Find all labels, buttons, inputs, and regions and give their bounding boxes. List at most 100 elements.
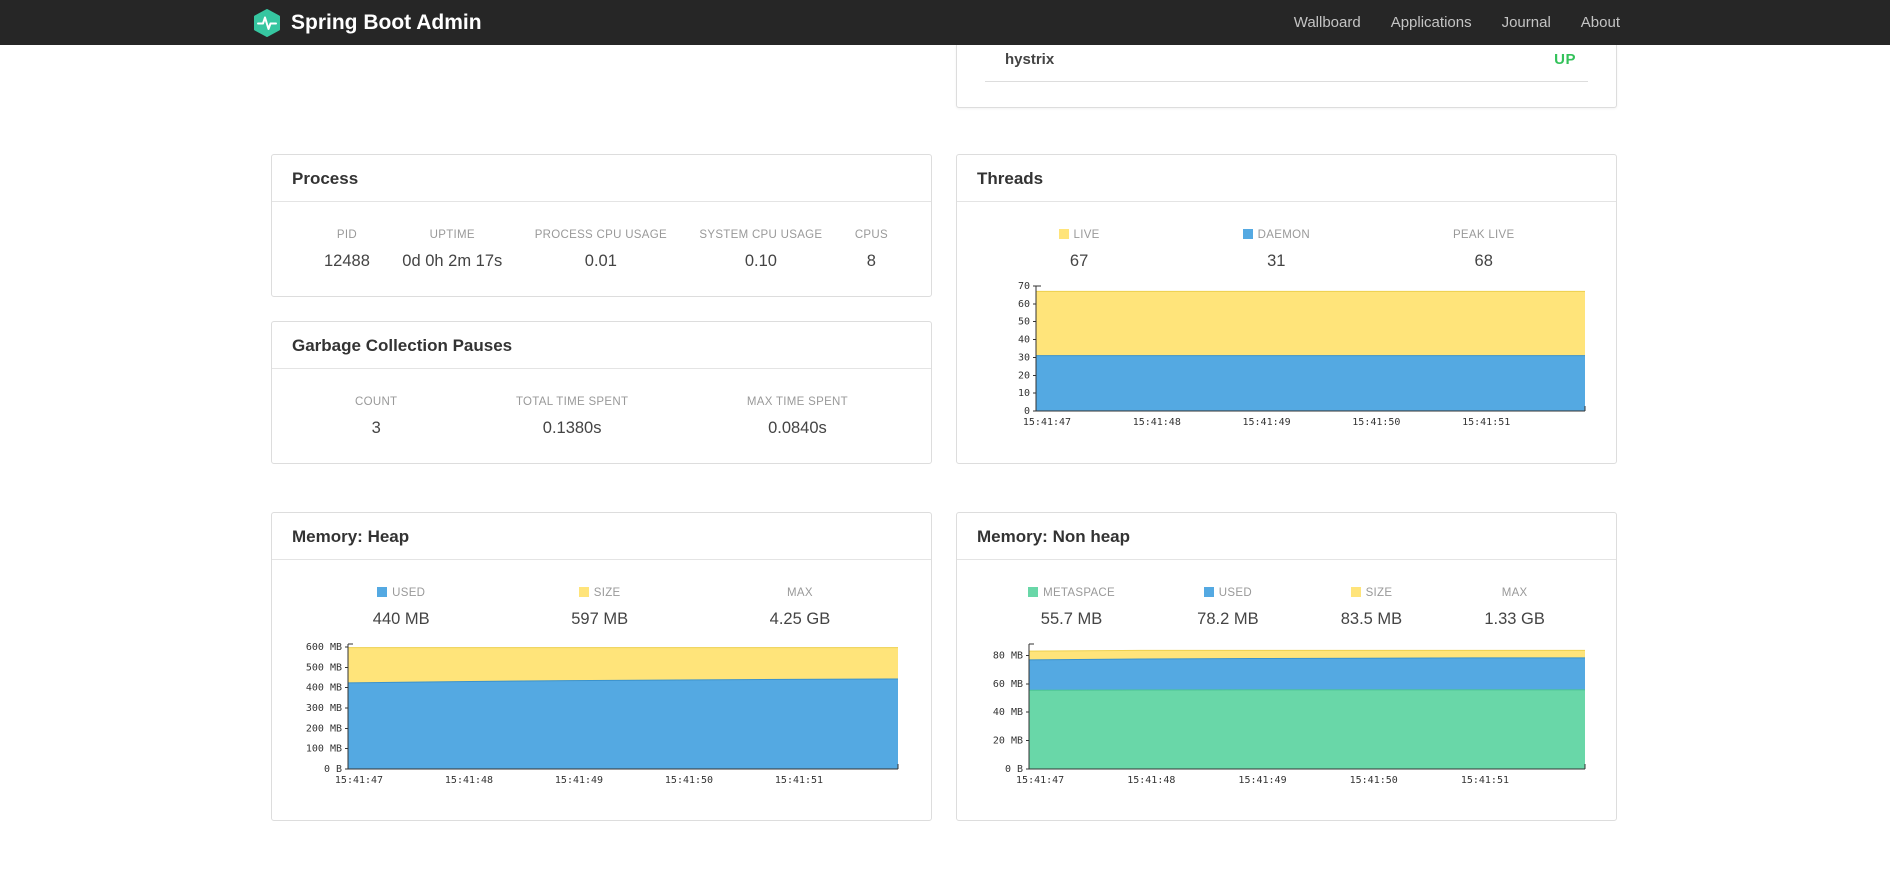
svg-text:15:41:47: 15:41:47: [1023, 417, 1071, 428]
legend-item-metaspace: METASPACE 55.7 MB: [1028, 586, 1115, 629]
metric-value: 12488: [324, 252, 370, 270]
nav-item-applications[interactable]: Applications: [1391, 14, 1472, 31]
legend-value: 1.33 GB: [1484, 610, 1545, 628]
nonheap-chart: 0 B 20 MB 40 MB 60 MB 80 MB 15:41:47 15:41:48 1…: [987, 637, 1588, 789]
legend-label: USED: [373, 586, 430, 600]
legend-value: 4.25 GB: [769, 610, 831, 628]
gc-panel-title: Garbage Collection Pauses: [292, 336, 513, 355]
process-panel-header: Process: [272, 155, 931, 202]
svg-text:50: 50: [1018, 317, 1030, 328]
svg-text:15:41:47: 15:41:47: [1016, 775, 1064, 786]
metric-label: SYSTEM CPU USAGE: [699, 229, 823, 241]
metric-cpus: CPUS 8: [855, 228, 888, 271]
process-panel: Process PID 12488 UPTIME 0d 0h 2m 17s PR…: [271, 154, 932, 297]
nonheap-panel-header: Memory: Non heap: [957, 513, 1616, 560]
brand-title: Spring Boot Admin: [291, 10, 482, 34]
metric-value: 8: [866, 252, 876, 270]
legend-item-size: SIZE 597 MB: [571, 586, 628, 629]
metric-value: 0.0840s: [768, 419, 827, 437]
gc-metrics-row: COUNT 3 TOTAL TIME SPENT 0.1380s MAX TIM…: [272, 369, 931, 438]
application-row[interactable]: hystrix UP: [985, 45, 1588, 82]
metaspace-swatch-icon: [1028, 587, 1039, 597]
svg-text:200 MB: 200 MB: [306, 723, 342, 734]
svg-text:15:41:48: 15:41:48: [1133, 417, 1181, 428]
gc-panel-header: Garbage Collection Pauses: [272, 322, 931, 369]
legend-label: PEAK LIVE: [1452, 229, 1515, 241]
threads-panel-header: Threads: [957, 155, 1616, 202]
application-name[interactable]: hystrix: [1005, 51, 1054, 68]
svg-text:600 MB: 600 MB: [306, 642, 342, 653]
svg-text:10: 10: [1018, 388, 1030, 399]
svg-text:400 MB: 400 MB: [306, 683, 342, 694]
metric-value: 0.01: [584, 252, 617, 270]
svg-text:60: 60: [1018, 299, 1030, 310]
svg-text:30: 30: [1018, 352, 1030, 363]
threads-panel-title: Threads: [977, 169, 1044, 188]
daemon-swatch-icon: [1242, 229, 1253, 239]
legend-value: 83.5 MB: [1340, 610, 1403, 628]
nav-item-about[interactable]: About: [1581, 14, 1620, 31]
metric-value: 3: [371, 419, 381, 437]
legend-label: USED: [1197, 586, 1258, 600]
legend-label: LIVE: [1058, 228, 1100, 242]
svg-text:15:41:51: 15:41:51: [1461, 775, 1509, 786]
svg-text:80 MB: 80 MB: [993, 650, 1023, 661]
svg-text:15:41:49: 15:41:49: [1238, 775, 1286, 786]
svg-text:40: 40: [1018, 335, 1030, 346]
process-metrics-row: PID 12488 UPTIME 0d 0h 2m 17s PROCESS CP…: [272, 202, 931, 271]
metric-label: TOTAL TIME SPENT: [515, 396, 629, 408]
svg-text:0: 0: [1024, 406, 1030, 417]
legend-label: DAEMON: [1242, 228, 1310, 242]
metric-value: 0d 0h 2m 17s: [402, 252, 503, 270]
legend-item-live: LIVE 67: [1058, 228, 1100, 271]
svg-text:15:41:50: 15:41:50: [665, 775, 713, 786]
svg-text:15:41:49: 15:41:49: [555, 775, 603, 786]
legend-value: 31: [1267, 252, 1286, 270]
size-swatch-icon: [1350, 587, 1361, 597]
metric-value: 0.10: [744, 252, 777, 270]
svg-text:15:41:47: 15:41:47: [335, 775, 383, 786]
legend-label: METASPACE: [1028, 586, 1115, 600]
nav-item-journal[interactable]: Journal: [1502, 14, 1551, 31]
legend-value: 55.7 MB: [1040, 610, 1103, 628]
legend-label: MAX: [787, 587, 813, 599]
legend-item-max: MAX 1.33 GB: [1484, 586, 1545, 629]
nonheap-panel-title: Memory: Non heap: [977, 527, 1131, 546]
heap-legend: USED 440 MB SIZE 597 MB MAX 4.25 GB: [272, 560, 931, 629]
legend-label: MAX: [1501, 587, 1528, 599]
used-swatch-icon: [1203, 587, 1214, 597]
metric-system-cpu-usage: SYSTEM CPU USAGE 0.10: [699, 228, 822, 271]
legend-value: 67: [1069, 252, 1089, 270]
svg-text:15:41:48: 15:41:48: [445, 775, 493, 786]
spring-boot-admin-page: Spring Boot Admin Wallboard Applications…: [0, 0, 1890, 892]
svg-text:15:41:50: 15:41:50: [1350, 775, 1398, 786]
metric-gc-max-time: MAX TIME SPENT 0.0840s: [747, 395, 848, 438]
nonheap-legend: METASPACE 55.7 MB USED 78.2 MB SIZE 83.5…: [957, 560, 1616, 629]
legend-value: 440 MB: [372, 610, 430, 628]
svg-text:0 B: 0 B: [324, 764, 342, 775]
svg-text:0 B: 0 B: [1005, 764, 1023, 775]
heap-chart: 0 B 100 MB 200 MB 300 MB 400 MB 500 MB 600 MB 1…: [300, 637, 901, 789]
memory-heap-panel: Memory: Heap USED 440 MB SIZE 597 MB MAX…: [271, 512, 932, 821]
heap-panel-title: Memory: Heap: [292, 527, 410, 546]
legend-value: 597 MB: [571, 610, 629, 628]
svg-text:500 MB: 500 MB: [306, 662, 342, 673]
live-swatch-icon: [1058, 229, 1069, 239]
legend-value: 68: [1474, 252, 1493, 270]
size-swatch-icon: [578, 587, 589, 597]
svg-text:20: 20: [1018, 370, 1030, 381]
svg-text:15:41:49: 15:41:49: [1242, 417, 1290, 428]
brand-link[interactable]: Spring Boot Admin: [253, 8, 482, 37]
svg-text:20 MB: 20 MB: [993, 736, 1023, 747]
svg-text:100 MB: 100 MB: [306, 744, 342, 755]
legend-value: 78.2 MB: [1197, 610, 1259, 628]
nav-item-wallboard[interactable]: Wallboard: [1294, 14, 1361, 31]
legend-item-peak-live: PEAK LIVE 68: [1453, 228, 1515, 271]
metric-pid: PID 12488: [324, 228, 370, 271]
svg-text:40 MB: 40 MB: [993, 707, 1023, 718]
threads-legend: LIVE 67 DAEMON 31 PEAK LIVE 68: [957, 202, 1616, 271]
threads-panel: Threads LIVE 67 DAEMON 31 PEAK LIVE 68 0…: [956, 154, 1617, 464]
metric-label: CPUS: [854, 229, 888, 241]
metric-label: PROCESS CPU USAGE: [534, 229, 667, 241]
threads-chart: 0 10 20 30 40 50 60 70 15:41:47 15:41:48 15:41:49 1…: [1012, 279, 1588, 431]
